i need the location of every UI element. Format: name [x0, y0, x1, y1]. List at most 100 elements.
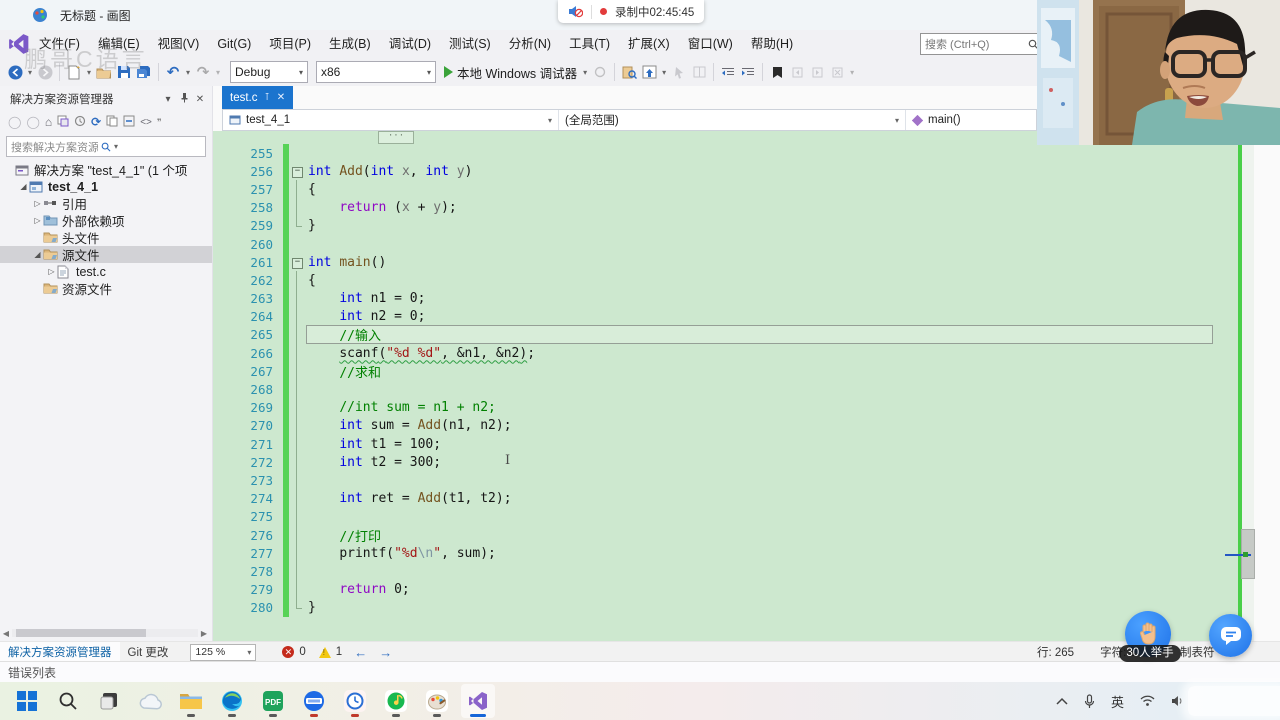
redo-dropdown-arrow[interactable]: ▾	[214, 68, 222, 77]
taskbar-tencent-classroom-icon[interactable]	[297, 684, 331, 718]
bookmark-next-icon[interactable]	[808, 62, 826, 82]
platform-dropdown[interactable]: x86 ▾	[316, 61, 436, 83]
fold-margin[interactable]: −	[289, 162, 306, 180]
editor-zoom-dropdown[interactable]: 125 % ▾	[190, 643, 257, 661]
muted-speaker-icon[interactable]	[568, 5, 583, 18]
solution-horizontal-scrollbar[interactable]: ◀ ▶	[0, 627, 210, 639]
nest-files-icon[interactable]	[106, 115, 118, 130]
view-code-icon[interactable]: <>	[140, 117, 152, 128]
tray-chevron-up-icon[interactable]	[1056, 697, 1068, 705]
code-line-266[interactable]: 266 scanf("%d %d", &n1, &n2);	[213, 344, 1238, 363]
collapse-minus-icon[interactable]: −	[292, 166, 303, 178]
save-button[interactable]	[115, 62, 133, 82]
scope-dropdown[interactable]: (全局范围) ▾	[559, 110, 906, 130]
taskbar-qq-music-icon[interactable]	[379, 684, 413, 718]
open-file-button[interactable]	[95, 62, 113, 82]
taskbar-start-icon[interactable]	[10, 684, 44, 718]
code-line-267[interactable]: 267 //求和	[213, 362, 1238, 381]
pending-changes-filter-icon[interactable]	[74, 115, 86, 130]
menu-item-5[interactable]: 生成(B)	[320, 30, 380, 58]
bookmark-prev-icon[interactable]	[788, 62, 806, 82]
taskbar-paint-icon[interactable]	[420, 684, 454, 718]
code-line-277[interactable]: 277 printf("%d\n", sum);	[213, 544, 1238, 563]
tab-test-c[interactable]: test.c ⊺ ✕	[222, 86, 294, 109]
code-line-259[interactable]: 259}	[213, 216, 1238, 235]
configuration-dropdown[interactable]: Debug ▾	[230, 61, 308, 83]
code-line-260[interactable]: 260	[213, 234, 1238, 254]
back-circle-icon[interactable]: ◯	[8, 115, 21, 129]
taskbar-visual-studio-icon[interactable]	[461, 684, 495, 718]
undo-dropdown-arrow[interactable]: ▾	[184, 68, 192, 77]
tree-item-[interactable]: 头文件	[0, 229, 212, 246]
ime-language-indicator[interactable]: 英	[1111, 692, 1124, 711]
scroll-left-arrow[interactable]: ◀	[0, 629, 12, 638]
menu-item-11[interactable]: 窗口(W)	[679, 30, 742, 58]
save-all-button[interactable]	[135, 62, 153, 82]
menu-item-9[interactable]: 工具(T)	[560, 30, 619, 58]
redo-button[interactable]: ↷	[194, 62, 212, 82]
code-line-276[interactable]: 276 //打印	[213, 525, 1238, 545]
project-dropdown[interactable]: test_4_1 ▾	[223, 110, 559, 130]
menu-item-0[interactable]: 文件(F)	[30, 30, 89, 58]
search-box[interactable]: 搜索 (Ctrl+Q)	[920, 33, 1044, 55]
editor-vertical-scrollbar[interactable]	[1238, 131, 1255, 641]
tab-close-icon[interactable]: ✕	[277, 92, 285, 103]
error-list-bar[interactable]: 错误列表	[0, 661, 1280, 683]
tree-item-[interactable]: ◢ 源文件	[0, 246, 212, 263]
fold-margin[interactable]: −	[289, 253, 306, 271]
tool-tab-solution-explorer[interactable]: 解决方案资源管理器	[0, 642, 120, 662]
scrollbar-thumb[interactable]	[16, 629, 146, 637]
panel-menu-arrow-icon[interactable]: ▾	[160, 94, 176, 105]
tree-item-[interactable]: ▷ 引用	[0, 195, 212, 212]
new-file-button[interactable]	[65, 62, 83, 82]
start-debugging-button[interactable]: 本地 Windows 调试器 ▾	[444, 63, 589, 82]
code-line-273[interactable]: 273	[213, 471, 1238, 490]
menu-item-12[interactable]: 帮助(H)	[742, 30, 802, 58]
code-line-258[interactable]: 258 return (x + y);	[213, 198, 1238, 217]
collapsed-arrow-icon[interactable]: ▷	[32, 216, 43, 225]
decrease-indent-icon[interactable]	[719, 62, 737, 82]
menu-item-4[interactable]: 项目(P)	[260, 30, 320, 58]
code-line-271[interactable]: 271 int t1 = 100;	[213, 435, 1238, 454]
menu-item-8[interactable]: 分析(N)	[500, 30, 560, 58]
taskbar-clock-app-icon[interactable]	[338, 684, 372, 718]
bookmark-clear-icon[interactable]	[828, 62, 846, 82]
tree-item-test_4_1[interactable]: ◢ test_4_1	[0, 178, 212, 195]
forward-circle-icon[interactable]: ◯	[26, 115, 39, 129]
toolbar-overflow-arrow[interactable]: ▾	[848, 68, 856, 77]
taskbar-task-view-icon[interactable]	[92, 684, 126, 718]
collapse-all-icon[interactable]	[123, 115, 135, 130]
expanded-arrow-icon[interactable]: ◢	[32, 250, 43, 259]
code-line-278[interactable]: 278	[213, 562, 1238, 581]
code-line-272[interactable]: 272 int t2 = 300;	[213, 453, 1238, 472]
refresh-icon[interactable]: ⟳	[91, 115, 101, 129]
tree-item-test_4_11[interactable]: 解决方案 "test_4_1" (1 个项	[0, 161, 212, 178]
volume-icon[interactable]	[1171, 695, 1185, 707]
code-line-262[interactable]: 262 {	[213, 271, 1238, 290]
wifi-icon[interactable]	[1140, 695, 1155, 707]
chat-button[interactable]	[1209, 614, 1252, 657]
code-line-280[interactable]: 280}	[213, 598, 1238, 617]
microphone-icon[interactable]	[1084, 693, 1095, 709]
tab-pin-icon[interactable]: ⊺	[264, 92, 269, 103]
tool-tab-git-changes[interactable]: Git 更改	[120, 642, 177, 662]
collapsed-region-box[interactable]: ···	[378, 131, 414, 144]
search-options-arrow[interactable]: ▾	[114, 142, 201, 151]
close-icon[interactable]: ✕	[192, 94, 208, 105]
code-line-256[interactable]: 256 − int Add(int x, int y)	[213, 162, 1238, 181]
menu-item-6[interactable]: 调试(D)	[380, 30, 440, 58]
navigate-forward-arrow[interactable]: →	[379, 645, 392, 660]
scroll-right-arrow[interactable]: ▶	[198, 629, 210, 638]
collapse-minus-icon[interactable]: −	[292, 257, 303, 269]
taskbar-file-explorer-icon[interactable]	[174, 684, 208, 718]
document-health-indicator[interactable]: ✕ 0 1	[282, 646, 342, 658]
bookmark-icon[interactable]	[768, 62, 786, 82]
sync-dropdown-arrow[interactable]: ▾	[660, 68, 668, 77]
back-dropdown-arrow[interactable]: ▾	[26, 68, 34, 77]
increase-indent-icon[interactable]	[739, 62, 757, 82]
attach-icon[interactable]	[591, 62, 609, 82]
code-editor[interactable]: ··· 255 256− int Add(int x, int y) 257{258 …	[213, 131, 1238, 641]
collapsed-arrow-icon[interactable]: ▷	[46, 267, 57, 276]
code-line-265[interactable]: 265 //输入	[213, 325, 1238, 345]
code-line-279[interactable]: 279 return 0;	[213, 580, 1238, 599]
